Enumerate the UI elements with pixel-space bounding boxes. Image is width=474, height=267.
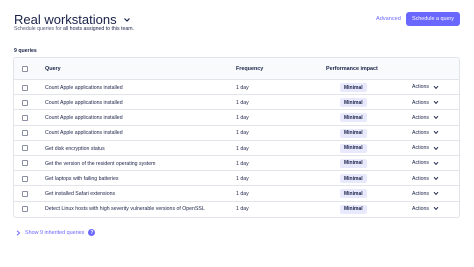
performance-impact-badge: Minimal [340, 143, 367, 153]
chevron-down-icon [433, 192, 439, 196]
actions-label: Actions [412, 175, 430, 182]
column-header-performance-impact: Performance impact [326, 66, 378, 72]
actions-label: Actions [412, 84, 430, 91]
row-checkbox[interactable] [22, 99, 28, 106]
performance-impact-badge: Minimal [340, 128, 367, 138]
chevron-down-icon [433, 116, 439, 120]
query-frequency: 1 day [236, 84, 249, 91]
query-name-link[interactable]: Get disk encryption status [45, 146, 105, 152]
query-frequency: 1 day [236, 115, 249, 122]
table-header: Query Frequency Performance impact [14, 58, 459, 80]
actions-dropdown[interactable]: Actions [412, 176, 439, 182]
query-frequency: 1 day [236, 191, 249, 198]
table-row: Get the version of the resident operatin… [14, 156, 459, 172]
row-checkbox[interactable] [22, 84, 28, 91]
chevron-right-icon [16, 229, 21, 236]
schedule-query-button[interactable]: Schedule a query [406, 12, 460, 26]
chevron-down-icon [433, 146, 439, 150]
query-frequency: 1 day [236, 99, 249, 106]
chevron-down-icon [433, 207, 439, 211]
query-frequency: 1 day [236, 130, 249, 137]
table-row: Detect Linux hosts with high severity vu… [14, 202, 459, 217]
select-all-checkbox[interactable] [22, 66, 28, 72]
table-row: Count Apple applications installed 1 day M… [14, 126, 459, 141]
performance-impact-badge: Minimal [340, 83, 367, 92]
actions-label: Actions [412, 129, 430, 136]
performance-impact-badge: Minimal [340, 204, 367, 214]
table-body: Count Apple applications installed 1 day M… [14, 80, 459, 217]
actions-dropdown[interactable]: Actions [412, 145, 439, 151]
table-row: Count Apple applications installed 1 day M… [14, 95, 459, 111]
query-frequency: 1 day [236, 206, 249, 213]
query-name-link[interactable]: Count Apple applications installed [45, 85, 123, 91]
row-checkbox[interactable] [22, 190, 28, 197]
table-row: Count Apple applications installed 1 day M… [14, 80, 459, 96]
table-row: Count Apple applications installed 1 day M… [14, 110, 459, 126]
actions-dropdown[interactable]: Actions [412, 191, 439, 197]
performance-impact-badge: Minimal [340, 98, 367, 108]
chevron-down-icon [433, 161, 439, 165]
actions-label: Actions [412, 114, 430, 121]
actions-dropdown[interactable]: Actions [412, 100, 439, 106]
subtitle-prefix: Schedule queries for [14, 26, 62, 32]
query-frequency: 1 day [236, 160, 249, 167]
actions-label: Actions [412, 190, 430, 197]
query-name-link[interactable]: Count Apple applications installed [45, 100, 123, 106]
row-checkbox[interactable] [22, 175, 28, 182]
page-subtitle: Schedule queries for all hosts assigned … [14, 26, 134, 32]
show-inherited-queries[interactable]: Show 9 inherited queries ? [16, 229, 96, 236]
show-inherited-label: Show 9 inherited queries [25, 229, 85, 236]
query-frequency: 1 day [236, 175, 249, 182]
chevron-down-icon[interactable] [123, 16, 131, 24]
query-name-link[interactable]: Detect Linux hosts with high severity vu… [45, 206, 205, 212]
scheduled-queries-table: Query Frequency Performance impact Count… [13, 57, 460, 218]
chevron-down-icon [433, 176, 439, 181]
table-row: Get disk encryption status 1 day Minimal Ac… [14, 141, 459, 156]
actions-dropdown[interactable]: Actions [412, 206, 439, 212]
row-checkbox[interactable] [22, 145, 28, 152]
team-title-dropdown[interactable]: Real workstations [14, 12, 131, 27]
query-frequency: 1 day [236, 145, 249, 152]
subtitle-scope: all hosts assigned to this team. [63, 26, 134, 32]
query-name-link[interactable]: Count Apple applications installed [45, 130, 123, 136]
advanced-link[interactable]: Advanced [376, 16, 401, 22]
performance-impact-badge: Minimal [340, 174, 367, 184]
chevron-down-icon [433, 131, 439, 135]
actions-dropdown[interactable]: Actions [412, 160, 439, 166]
query-name-link[interactable]: Count Apple applications installed [45, 115, 123, 121]
help-icon[interactable]: ? [88, 229, 96, 236]
query-name-link[interactable]: Get laptops with failing batteries [45, 176, 119, 182]
performance-impact-badge: Minimal [340, 158, 367, 168]
query-name-link[interactable]: Get installed Safari extensions [45, 191, 115, 197]
actions-dropdown[interactable]: Actions [412, 115, 439, 121]
table-row: Get laptops with failing batteries 1 day M… [14, 171, 459, 187]
row-checkbox[interactable] [22, 114, 28, 121]
query-count: 9 queries [14, 48, 37, 54]
performance-impact-badge: Minimal [340, 113, 367, 123]
row-checkbox[interactable] [22, 206, 28, 212]
actions-dropdown[interactable]: Actions [412, 84, 439, 90]
performance-impact-badge: Minimal [340, 189, 367, 199]
page-title: Real workstations [14, 12, 117, 27]
column-header-frequency[interactable]: Frequency [236, 66, 263, 72]
row-checkbox[interactable] [22, 130, 28, 137]
actions-label: Actions [412, 205, 430, 212]
actions-label: Actions [412, 145, 430, 152]
actions-dropdown[interactable]: Actions [412, 130, 439, 136]
row-checkbox[interactable] [22, 160, 28, 167]
actions-label: Actions [412, 160, 430, 167]
chevron-down-icon [433, 85, 439, 90]
query-name-link[interactable]: Get the version of the resident operatin… [45, 161, 155, 167]
chevron-down-icon [433, 100, 439, 105]
column-header-query[interactable]: Query [45, 66, 61, 72]
table-row: Get installed Safari extensions 1 day Mini… [14, 186, 459, 202]
actions-label: Actions [412, 99, 430, 106]
